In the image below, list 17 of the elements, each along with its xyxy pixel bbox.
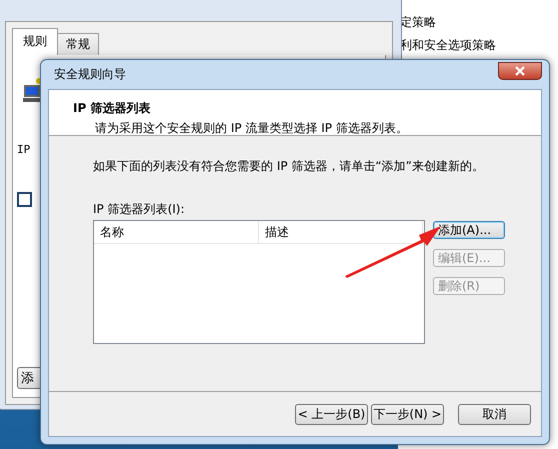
rule-checkbox[interactable] (17, 192, 32, 207)
tab[interactable]: 规则 (12, 28, 58, 56)
page-description: 请为采用这个安全规则的 IP 流量类型选择 IP 筛选器列表。 (94, 120, 409, 137)
footer-button[interactable]: < 上一步(B) (295, 404, 368, 424)
column-header[interactable]: 名称 (94, 221, 259, 243)
page-heading: IP 筛选器列表 (73, 100, 152, 117)
window-title: 安全规则向导 (53, 66, 126, 83)
list-label: IP 筛选器列表(I): (93, 201, 186, 218)
close-button[interactable] (498, 62, 542, 80)
close-icon (514, 66, 526, 76)
filter-list[interactable]: 名称 描述 (93, 220, 425, 344)
side-button[interactable]: 添加(A)... (433, 221, 505, 239)
section-label: IP (17, 143, 32, 156)
footer-button[interactable]: 取消 (458, 404, 531, 424)
tab[interactable]: 常规 (57, 33, 99, 56)
instruction-text: 如果下面的列表没有符合您需要的 IP 筛选器，请单击“添加”来创建新的。 (93, 158, 485, 175)
footer-button[interactable]: 下一步(N) > (371, 404, 444, 424)
